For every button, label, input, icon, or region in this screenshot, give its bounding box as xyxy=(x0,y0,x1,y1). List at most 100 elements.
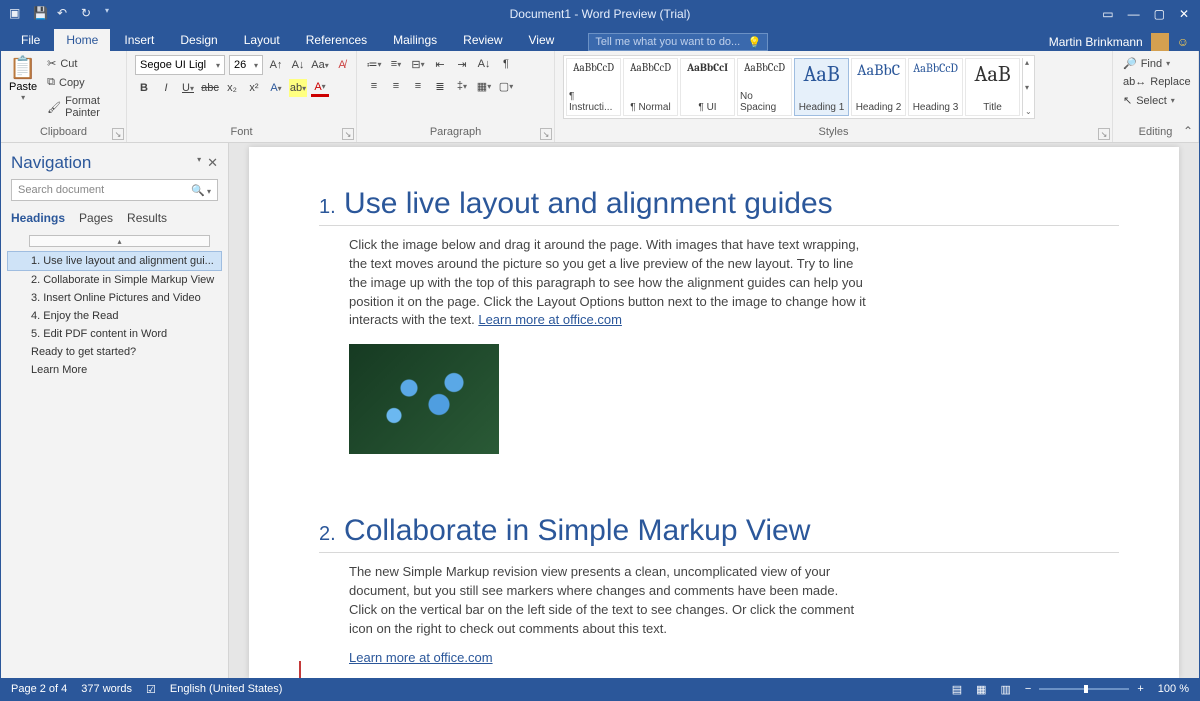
zoom-out-icon[interactable]: − xyxy=(1025,683,1031,695)
font-color-button[interactable]: A▾ xyxy=(311,79,329,97)
status-words[interactable]: 377 words xyxy=(81,683,132,695)
styles-gallery[interactable]: AaBbCcD¶ Instructi... AaBbCcD¶ Normal Aa… xyxy=(563,55,1035,119)
document-viewport[interactable]: 1. Use live layout and alignment guides … xyxy=(229,143,1199,678)
shading-button[interactable]: ▦▾ xyxy=(475,77,493,95)
justify-button[interactable]: ≣ xyxy=(431,77,449,95)
clipboard-launcher-icon[interactable]: ↘ xyxy=(112,128,124,140)
styles-down-icon[interactable]: ▾ xyxy=(1025,83,1032,92)
nav-item[interactable]: 2. Collaborate in Simple Markup View xyxy=(7,271,222,289)
navtab-results[interactable]: Results xyxy=(127,211,167,225)
learn-more-link[interactable]: Learn more at office.com xyxy=(478,312,622,327)
status-language[interactable]: English (United States) xyxy=(170,683,283,695)
navtab-pages[interactable]: Pages xyxy=(79,211,113,225)
align-center-button[interactable]: ≡ xyxy=(387,77,405,95)
find-button[interactable]: 🔎Find▾ xyxy=(1121,55,1193,72)
align-right-button[interactable]: ≡ xyxy=(409,77,427,95)
document-page[interactable]: 1. Use live layout and alignment guides … xyxy=(249,147,1179,678)
style-instructions[interactable]: AaBbCcD¶ Instructi... xyxy=(566,58,621,116)
heading-1[interactable]: 1. Use live layout and alignment guides xyxy=(319,187,1119,226)
tab-references[interactable]: References xyxy=(294,29,379,51)
learn-more-link[interactable]: Learn more at office.com xyxy=(349,650,493,665)
status-page[interactable]: Page 2 of 4 xyxy=(11,683,67,695)
grow-font-button[interactable]: A↑ xyxy=(267,56,285,74)
superscript-button[interactable]: x² xyxy=(245,79,263,97)
bullets-button[interactable]: ≔▾ xyxy=(365,55,383,73)
tab-insert[interactable]: Insert xyxy=(112,29,166,51)
replace-button[interactable]: ab↔Replace xyxy=(1121,74,1193,90)
styles-more-icon[interactable]: ⌄ xyxy=(1025,107,1032,116)
paste-button[interactable]: 📋 Paste ▾ xyxy=(9,55,37,102)
clear-format-button[interactable]: А̸ xyxy=(333,56,351,74)
shrink-font-button[interactable]: A↓ xyxy=(289,56,307,74)
collapse-ribbon-icon[interactable]: ⌃ xyxy=(1183,124,1193,138)
styles-up-icon[interactable]: ▴ xyxy=(1025,58,1032,67)
cut-button[interactable]: ✂Cut xyxy=(45,55,118,72)
line-spacing-button[interactable]: ‡▾ xyxy=(453,77,471,95)
nav-item[interactable]: 5. Edit PDF content in Word xyxy=(7,325,222,343)
style-heading2[interactable]: AaBbCHeading 2 xyxy=(851,58,906,116)
tell-me-search[interactable]: Tell me what you want to do... 💡 xyxy=(588,33,768,51)
multilevel-button[interactable]: ⊟▾ xyxy=(409,55,427,73)
select-button[interactable]: ↖Select▾ xyxy=(1121,92,1193,109)
increase-indent-button[interactable]: ⇥ xyxy=(453,55,471,73)
align-left-button[interactable]: ≡ xyxy=(365,77,383,95)
numbering-button[interactable]: ≡▾ xyxy=(387,55,405,73)
font-launcher-icon[interactable]: ↘ xyxy=(342,128,354,140)
style-title[interactable]: AaBTitle xyxy=(965,58,1020,116)
zoom-thumb[interactable] xyxy=(1084,685,1088,693)
qat-customize-icon[interactable]: ▾ xyxy=(105,6,121,22)
style-heading1[interactable]: AaBHeading 1 xyxy=(794,58,849,116)
change-case-button[interactable]: Aa▾ xyxy=(311,56,329,74)
nav-menu-icon[interactable]: ▾ xyxy=(197,155,201,171)
read-mode-icon[interactable]: ▤ xyxy=(952,683,962,696)
nav-item[interactable]: Ready to get started? xyxy=(7,343,222,361)
print-layout-icon[interactable]: ▦ xyxy=(976,683,986,696)
inline-image[interactable] xyxy=(349,344,499,454)
nav-item[interactable]: Learn More xyxy=(7,361,222,379)
minimize-icon[interactable]: — xyxy=(1128,7,1140,21)
styles-launcher-icon[interactable]: ↘ xyxy=(1098,128,1110,140)
tab-file[interactable]: File xyxy=(9,29,52,51)
paragraph[interactable]: The new Simple Markup revision view pres… xyxy=(349,563,869,638)
style-heading3[interactable]: AaBbCcDHeading 3 xyxy=(908,58,963,116)
tab-layout[interactable]: Layout xyxy=(232,29,292,51)
save-icon[interactable]: 💾 xyxy=(33,6,49,22)
tab-review[interactable]: Review xyxy=(451,29,514,51)
nav-collapse-toggle[interactable]: ▴ xyxy=(29,235,210,247)
zoom-in-icon[interactable]: + xyxy=(1137,683,1143,695)
nav-search-input[interactable]: Search document 🔍 ▾ xyxy=(11,179,218,201)
highlight-button[interactable]: ab▾ xyxy=(289,79,307,97)
redo-icon[interactable]: ↻ xyxy=(81,6,97,22)
borders-button[interactable]: ▢▾ xyxy=(497,77,515,95)
copy-button[interactable]: ⧉Copy xyxy=(45,74,118,91)
nav-item[interactable]: 1. Use live layout and alignment gui... xyxy=(7,251,222,271)
web-layout-icon[interactable]: ▥ xyxy=(1001,683,1011,696)
bold-button[interactable]: B xyxy=(135,79,153,97)
heading-2[interactable]: 2. Collaborate in Simple Markup View xyxy=(319,514,1119,553)
nav-close-icon[interactable]: ✕ xyxy=(207,155,218,171)
tab-mailings[interactable]: Mailings xyxy=(381,29,449,51)
zoom-slider[interactable]: − + xyxy=(1025,683,1144,695)
style-ui[interactable]: AaBbCcI¶ UI xyxy=(680,58,735,116)
font-size-combo[interactable]: 26▾ xyxy=(229,55,263,75)
user-info[interactable]: Martin Brinkmann ☺ xyxy=(1049,33,1199,51)
undo-icon[interactable]: ↶ xyxy=(57,6,73,22)
paragraph-launcher-icon[interactable]: ↘ xyxy=(540,128,552,140)
format-painter-button[interactable]: 🖌Format Painter xyxy=(45,93,118,121)
zoom-track[interactable] xyxy=(1039,688,1129,690)
navtab-headings[interactable]: Headings xyxy=(11,211,65,225)
show-marks-button[interactable]: ¶ xyxy=(497,55,515,73)
chevron-down-icon[interactable]: ▾ xyxy=(205,187,211,196)
maximize-icon[interactable]: ▢ xyxy=(1154,7,1165,21)
italic-button[interactable]: I xyxy=(157,79,175,97)
underline-button[interactable]: U▾ xyxy=(179,79,197,97)
paragraph[interactable]: Click the image below and drag it around… xyxy=(349,236,869,330)
font-name-combo[interactable]: Segoe UI Ligl▾ xyxy=(135,55,225,75)
tab-design[interactable]: Design xyxy=(168,29,229,51)
subscript-button[interactable]: x₂ xyxy=(223,79,241,97)
style-normal[interactable]: AaBbCcD¶ Normal xyxy=(623,58,678,116)
ribbon-display-icon[interactable]: ▭ xyxy=(1102,7,1113,21)
zoom-percent[interactable]: 100 % xyxy=(1158,683,1189,695)
tab-view[interactable]: View xyxy=(517,29,567,51)
tab-home[interactable]: Home xyxy=(54,29,110,51)
